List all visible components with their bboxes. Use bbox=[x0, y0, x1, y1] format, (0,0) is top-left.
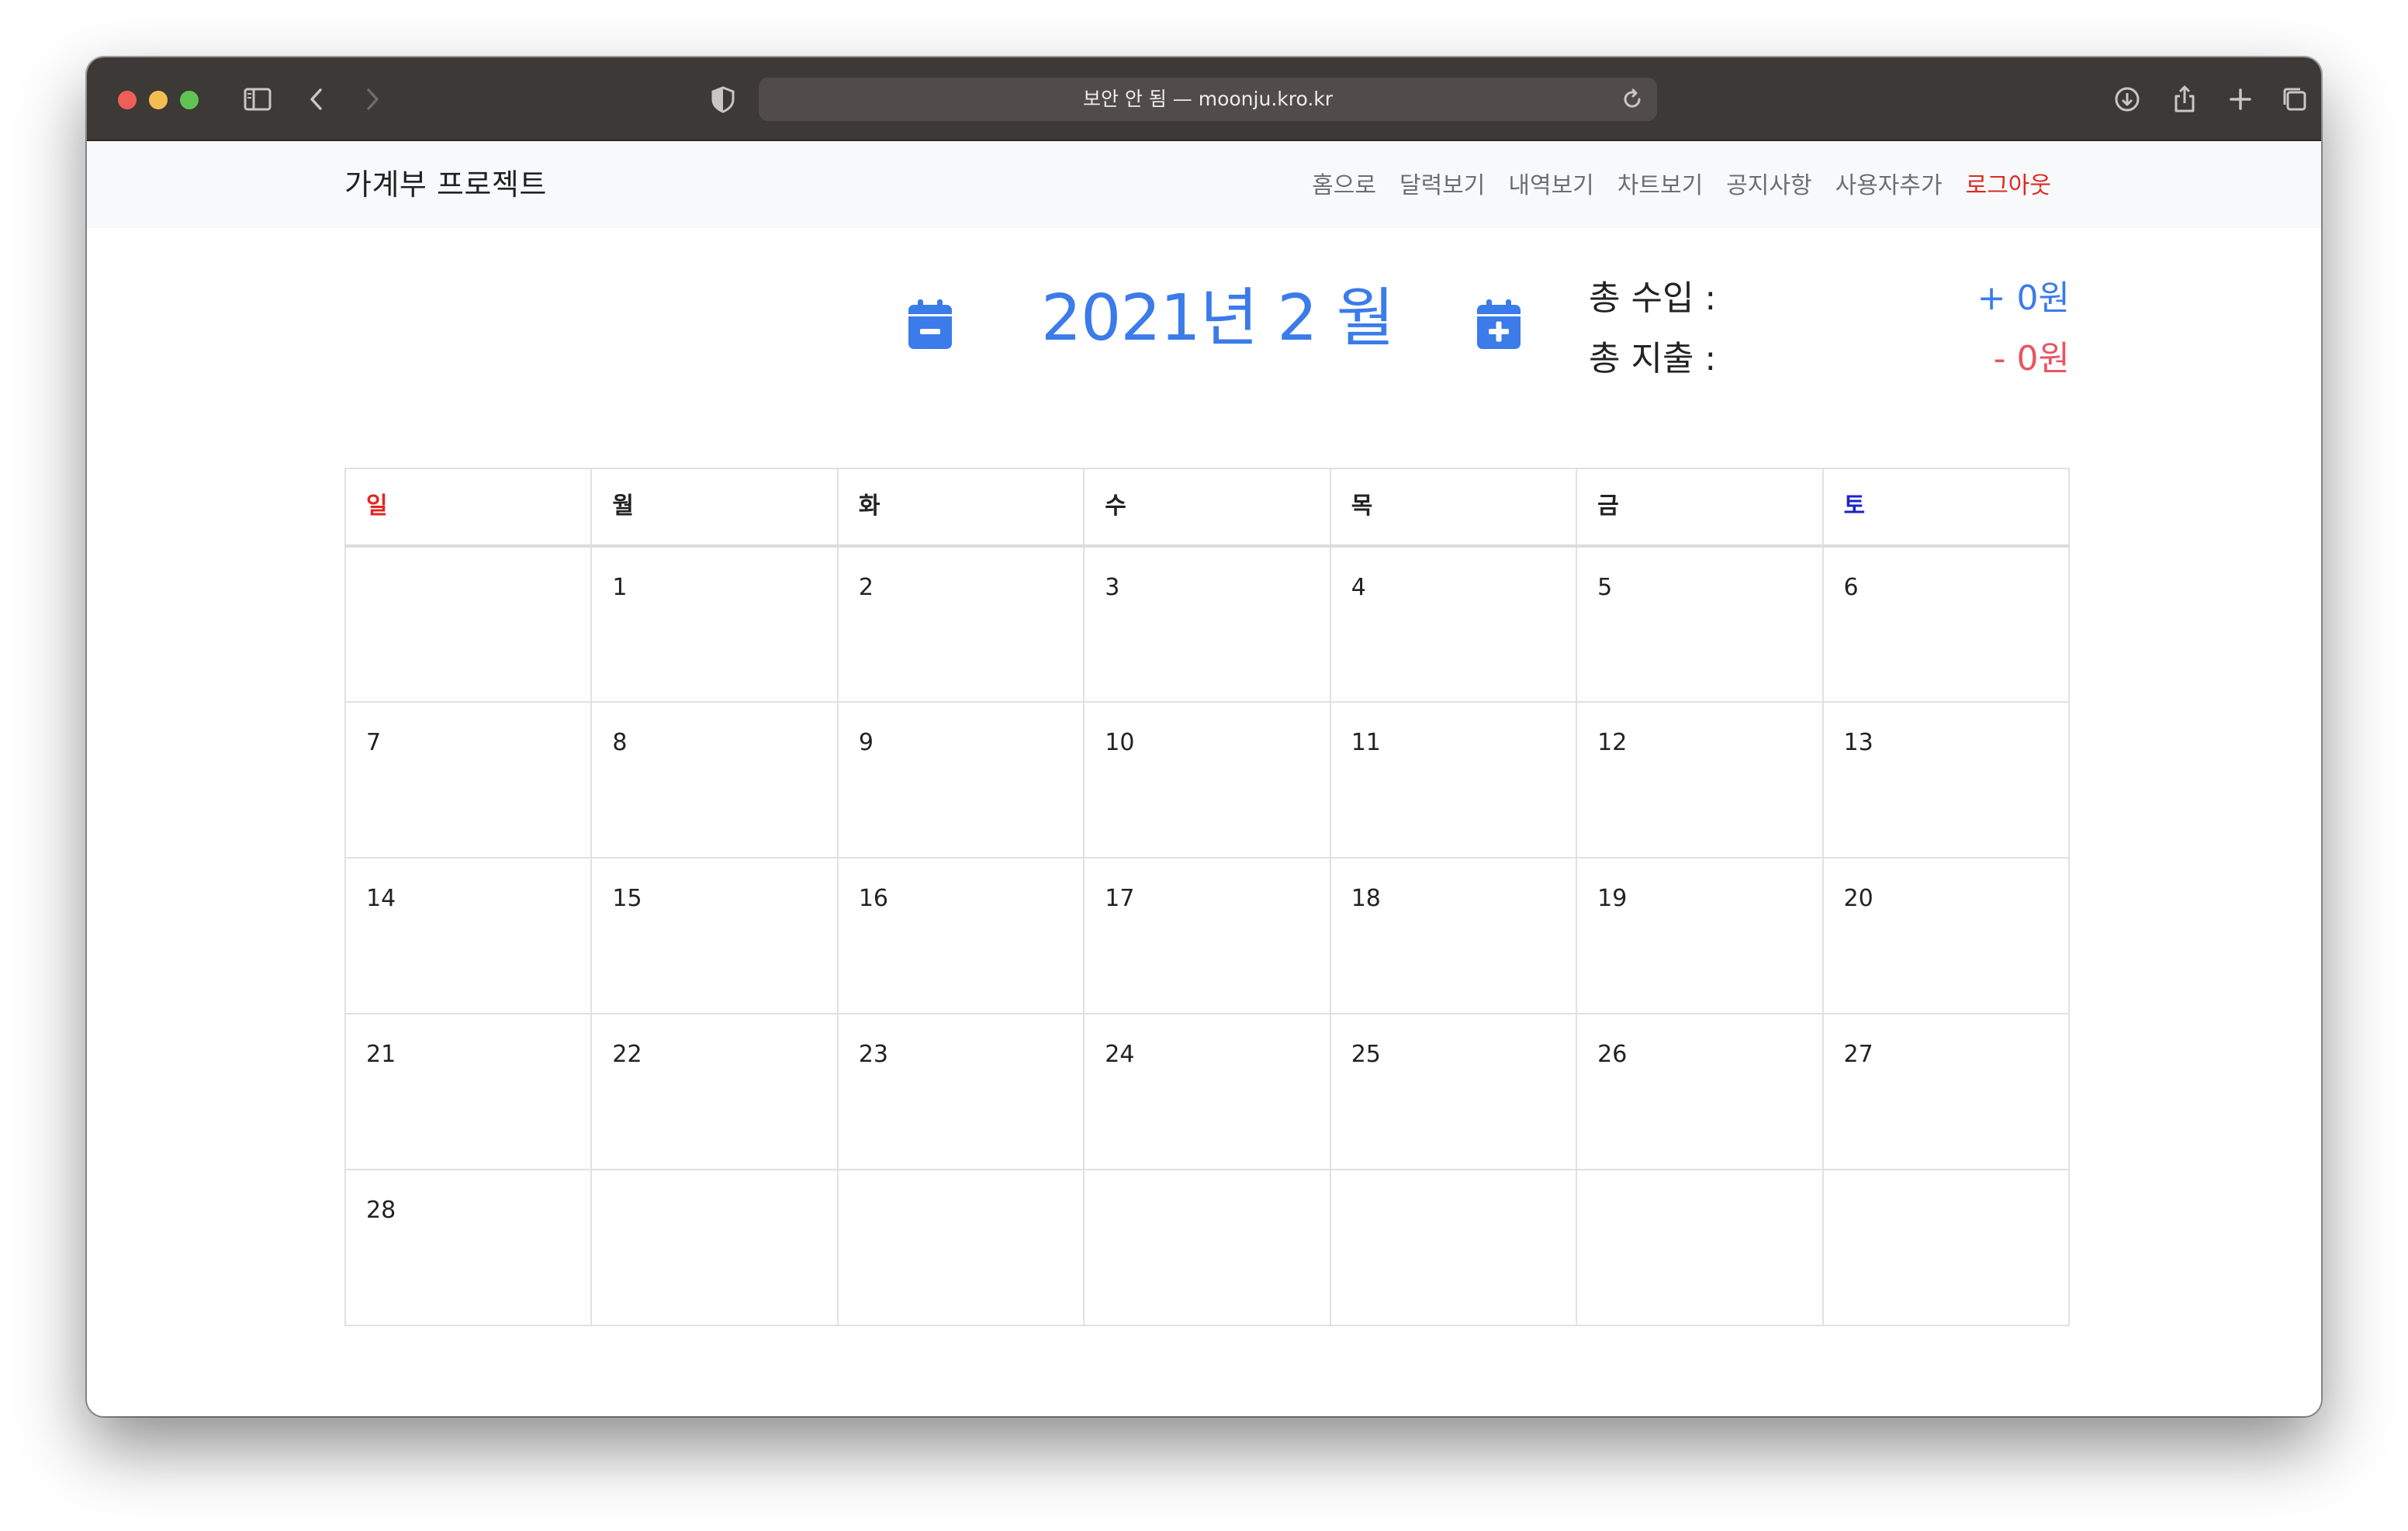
day-cell[interactable]: 2 bbox=[836, 545, 1085, 703]
nav-link-logout[interactable]: 로그아웃 bbox=[1966, 163, 2051, 209]
brand-link[interactable]: 가계부 프로젝트 bbox=[344, 161, 547, 208]
day-cell[interactable]: 1 bbox=[590, 545, 839, 703]
nav-link-notice[interactable]: 공지사항 bbox=[1726, 163, 1811, 209]
income-label: 총 수입 : bbox=[1589, 278, 1717, 318]
download-icon[interactable] bbox=[2109, 81, 2146, 118]
day-cell[interactable] bbox=[1822, 1169, 2071, 1326]
month-title: 2021년 2 월 bbox=[1041, 282, 1395, 355]
close-window-button[interactable] bbox=[118, 91, 137, 109]
income-value: + 0원 bbox=[1977, 278, 2070, 318]
day-cell[interactable]: 27 bbox=[1822, 1013, 2071, 1170]
day-cell[interactable]: 9 bbox=[836, 701, 1085, 859]
top-navbar: 가계부 프로젝트 홈으로 달력보기 내역보기 차트보기 공지사항 사용자추가 로… bbox=[87, 141, 2321, 228]
day-cell[interactable]: 25 bbox=[1329, 1013, 1578, 1170]
day-cell[interactable]: 20 bbox=[1822, 857, 2071, 1014]
week-row: 21 22 23 24 25 26 27 bbox=[344, 1013, 2071, 1170]
totals-summary: 총 수입 : + 0원 총 지출 : - 0원 bbox=[1589, 271, 2070, 392]
day-cell[interactable]: 16 bbox=[836, 857, 1085, 1014]
nav-link-history[interactable]: 내역보기 bbox=[1508, 163, 1593, 209]
day-cell[interactable]: 15 bbox=[590, 857, 839, 1014]
sidebar-icon[interactable] bbox=[239, 81, 276, 118]
browser-window: 보안 안 됨 — moonju.kro.kr 가계부 프로젝트 홈으로 달력보기… bbox=[87, 57, 2321, 1416]
weekday-saturday: 토 bbox=[1822, 468, 2071, 548]
weekday-friday: 금 bbox=[1576, 468, 1824, 548]
share-icon[interactable] bbox=[2166, 81, 2203, 118]
day-cell[interactable]: 26 bbox=[1576, 1013, 1824, 1170]
day-cell[interactable] bbox=[1576, 1169, 1824, 1326]
shield-icon[interactable] bbox=[704, 81, 742, 118]
day-cell[interactable]: 13 bbox=[1822, 701, 2071, 859]
day-cell[interactable]: 8 bbox=[590, 701, 839, 859]
forward-icon[interactable] bbox=[354, 81, 391, 118]
calendar-minus-icon[interactable] bbox=[907, 296, 953, 351]
weekday-tuesday: 화 bbox=[836, 468, 1085, 548]
expense-label: 총 지출 : bbox=[1589, 339, 1717, 378]
day-cell[interactable] bbox=[1329, 1169, 1578, 1326]
calendar-header: 2021년 2 월 총 수입 : + 0원 총 지출 : - 0원 bbox=[87, 228, 2321, 422]
week-row: 7 8 9 10 11 12 13 bbox=[344, 701, 2071, 859]
day-cell[interactable]: 22 bbox=[590, 1013, 839, 1170]
nav-link-add-user[interactable]: 사용자추가 bbox=[1835, 163, 1943, 209]
week-row: 14 15 16 17 18 19 20 bbox=[344, 857, 2071, 1014]
nav-link-chart[interactable]: 차트보기 bbox=[1617, 163, 1703, 209]
nav-links: 홈으로 달력보기 내역보기 차트보기 공지사항 사용자추가 로그아웃 bbox=[1312, 163, 2051, 209]
day-cell[interactable]: 21 bbox=[344, 1013, 593, 1170]
day-cell[interactable]: 28 bbox=[344, 1169, 593, 1326]
day-cell[interactable]: 19 bbox=[1576, 857, 1824, 1014]
day-cell[interactable]: 24 bbox=[1083, 1013, 1331, 1170]
day-cell[interactable]: 3 bbox=[1083, 545, 1331, 703]
zoom-window-button[interactable] bbox=[180, 91, 199, 109]
week-row: 28 bbox=[344, 1169, 2071, 1326]
weekday-sunday: 일 bbox=[344, 468, 593, 548]
month-calendar: 일 월 화 수 목 금 토 1 2 3 4 5 6 7 8 9 10 11 12… bbox=[344, 468, 2071, 1326]
expense-row: 총 지출 : - 0원 bbox=[1589, 332, 2070, 392]
day-cell[interactable] bbox=[590, 1169, 839, 1326]
weekday-wednesday: 수 bbox=[1083, 468, 1331, 548]
day-cell[interactable]: 7 bbox=[344, 701, 593, 859]
day-cell[interactable]: 23 bbox=[836, 1013, 1085, 1170]
day-cell[interactable] bbox=[344, 545, 593, 703]
new-tab-icon[interactable] bbox=[2222, 81, 2259, 118]
weekday-monday: 월 bbox=[590, 468, 839, 548]
day-cell[interactable]: 4 bbox=[1329, 545, 1578, 703]
address-bar[interactable]: 보안 안 됨 — moonju.kro.kr bbox=[759, 78, 1657, 121]
day-cell[interactable]: 10 bbox=[1083, 701, 1331, 859]
day-cell[interactable] bbox=[1083, 1169, 1331, 1326]
day-cell[interactable]: 11 bbox=[1329, 701, 1578, 859]
day-cell[interactable]: 17 bbox=[1083, 857, 1331, 1014]
day-cell[interactable]: 14 bbox=[344, 857, 593, 1014]
weekday-header-row: 일 월 화 수 목 금 토 bbox=[344, 468, 2071, 548]
day-cell[interactable]: 12 bbox=[1576, 701, 1824, 859]
day-cell[interactable]: 5 bbox=[1576, 545, 1824, 703]
browser-toolbar: 보안 안 됨 — moonju.kro.kr bbox=[87, 57, 2321, 141]
minimize-window-button[interactable] bbox=[149, 91, 168, 109]
week-row: 1 2 3 4 5 6 bbox=[344, 545, 2071, 703]
address-text: 보안 안 됨 — moonju.kro.kr bbox=[1082, 88, 1334, 110]
expense-value: - 0원 bbox=[1993, 339, 2070, 378]
weekday-thursday: 목 bbox=[1329, 468, 1578, 548]
nav-link-home[interactable]: 홈으로 bbox=[1312, 163, 1376, 209]
page-viewport: 가계부 프로젝트 홈으로 달력보기 내역보기 차트보기 공지사항 사용자추가 로… bbox=[87, 141, 2321, 1416]
tabs-overview-icon[interactable] bbox=[2276, 81, 2313, 118]
day-cell[interactable] bbox=[836, 1169, 1085, 1326]
nav-link-calendar[interactable]: 달력보기 bbox=[1399, 163, 1485, 209]
calendar-plus-icon[interactable] bbox=[1476, 296, 1522, 351]
income-row: 총 수입 : + 0원 bbox=[1589, 271, 2070, 332]
day-cell[interactable]: 18 bbox=[1329, 857, 1578, 1014]
back-icon[interactable] bbox=[298, 81, 335, 118]
day-cell[interactable]: 6 bbox=[1822, 545, 2071, 703]
reload-icon[interactable] bbox=[1615, 82, 1649, 116]
